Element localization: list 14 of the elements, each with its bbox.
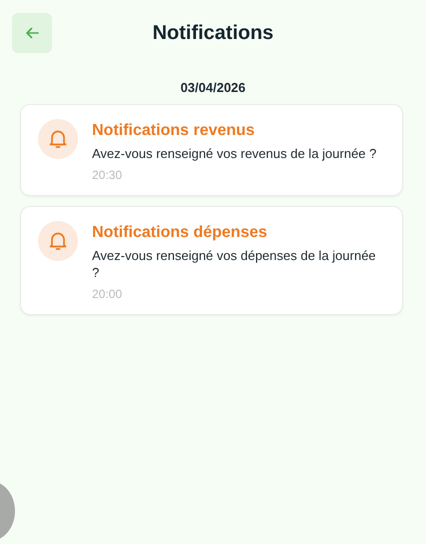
notification-card[interactable]: Notifications dépenses Avez-vous renseigné vos dépenses de la journée ? 20:00 — [20, 206, 403, 315]
notification-card[interactable]: Notifications revenus Avez-vous renseigné vos revenus de la journée ? 20:30 — [20, 104, 403, 196]
bell-icon — [38, 119, 78, 159]
back-button[interactable] — [12, 13, 52, 53]
notification-title: Notifications dépenses — [92, 224, 268, 242]
notification-title: Notifications revenus — [92, 122, 255, 140]
notification-time: 20:30 — [92, 168, 122, 182]
notification-time: 20:00 — [92, 287, 122, 301]
page-title: Notifications — [152, 22, 274, 44]
bell-icon — [38, 221, 78, 261]
notification-message: Avez-vous renseigné vos revenus de la journée ? — [92, 145, 376, 162]
date-heading: 03/04/2026 — [180, 80, 246, 95]
back-arrow-icon — [25, 27, 39, 39]
notification-message: Avez-vous renseigné vos dépenses de la journée ? — [92, 247, 377, 281]
